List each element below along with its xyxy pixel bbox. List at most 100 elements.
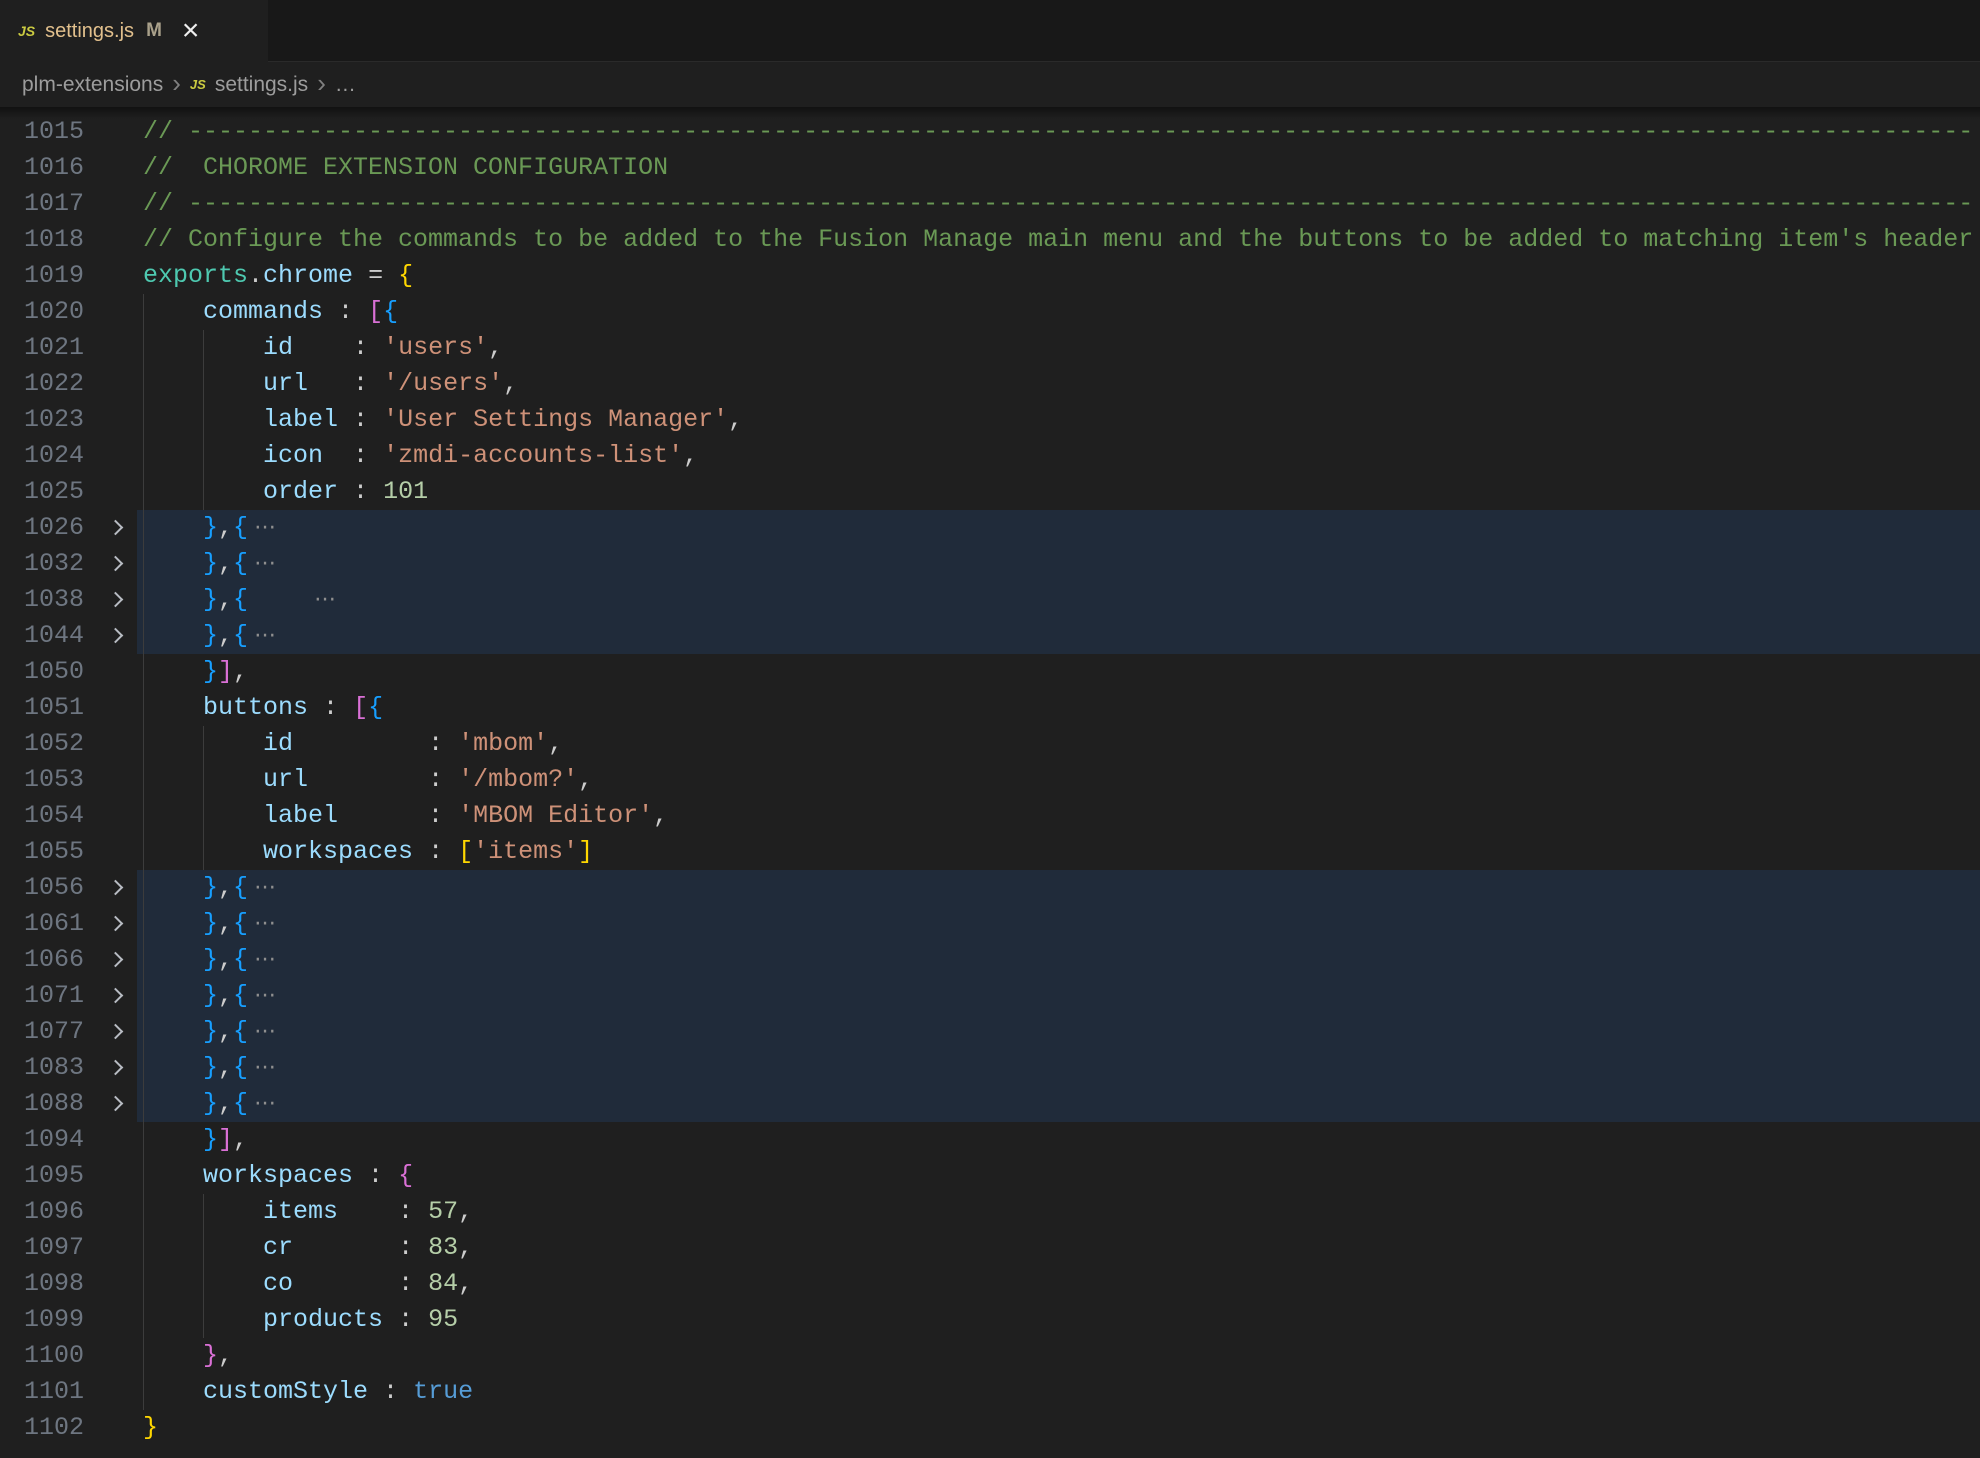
code-text[interactable]: workspaces : ['items'] [143,834,1980,870]
folded-code-ellipsis[interactable]: ⋯ [254,911,276,936]
code-text[interactable]: icon : 'zmdi-accounts-list', [143,438,1980,474]
folded-code-ellipsis[interactable]: ⋯ [254,1091,276,1116]
code-text[interactable]: // Configure the commands to be added to… [143,222,1980,258]
line-number[interactable]: 1044 [0,618,84,654]
code-text[interactable]: }, [143,1338,1980,1374]
line-number[interactable]: 1088 [0,1086,84,1122]
code-text[interactable]: url : '/mbom?', [143,762,1980,798]
line-number[interactable]: 1101 [0,1374,84,1410]
line-number[interactable]: 1020 [0,294,84,330]
fold-chevron-icon[interactable] [108,628,124,644]
line-number[interactable]: 1038 [0,582,84,618]
code-text[interactable]: },{⋯ [143,1014,1980,1050]
fold-chevron-icon[interactable] [108,880,124,896]
code-text[interactable]: },{⋯ [143,978,1980,1014]
line-number[interactable]: 1016 [0,150,84,186]
folded-code-ellipsis[interactable]: ⋯ [314,587,336,612]
folded-code-ellipsis[interactable]: ⋯ [254,875,276,900]
folded-code-ellipsis[interactable]: ⋯ [254,623,276,648]
line-number[interactable]: 1054 [0,798,84,834]
code-text[interactable]: // CHOROME EXTENSION CONFIGURATION [143,150,1980,186]
code-text[interactable]: workspaces : { [143,1158,1980,1194]
line-number[interactable]: 1056 [0,870,84,906]
tab-settings-js[interactable]: JS settings.js M × [0,0,268,62]
line-number[interactable]: 1098 [0,1266,84,1302]
code-text[interactable]: },{⋯ [143,906,1980,942]
code-text[interactable]: },{⋯ [143,870,1980,906]
breadcrumb-file[interactable]: settings.js [215,73,308,97]
code-text[interactable]: }], [143,1122,1980,1158]
code-text[interactable]: label : 'User Settings Manager', [143,402,1980,438]
code-text[interactable]: buttons : [{ [143,690,1980,726]
line-number[interactable]: 1094 [0,1122,84,1158]
line-number[interactable]: 1066 [0,942,84,978]
line-number[interactable]: 1051 [0,690,84,726]
line-number[interactable]: 1019 [0,258,84,294]
line-number[interactable]: 1021 [0,330,84,366]
code-text[interactable]: },{ ⋯ [143,582,1980,618]
code-text[interactable]: label : 'MBOM Editor', [143,798,1980,834]
line-number[interactable]: 1096 [0,1194,84,1230]
fold-chevron-icon[interactable] [108,1096,124,1112]
line-number[interactable]: 1083 [0,1050,84,1086]
fold-chevron-icon[interactable] [108,592,124,608]
line-number[interactable]: 1050 [0,654,84,690]
fold-chevron-icon[interactable] [108,988,124,1004]
line-number[interactable]: 1095 [0,1158,84,1194]
line-number[interactable]: 1026 [0,510,84,546]
close-icon[interactable]: × [182,16,200,46]
fold-chevron-icon[interactable] [108,1060,124,1076]
fold-chevron-icon[interactable] [108,916,124,932]
line-number[interactable]: 1025 [0,474,84,510]
code-text[interactable]: id : 'mbom', [143,726,1980,762]
folded-code-ellipsis[interactable]: ⋯ [254,947,276,972]
code-text[interactable]: items : 57, [143,1194,1980,1230]
breadcrumb-symbol[interactable]: … [335,73,356,97]
code-text[interactable]: },{⋯ [143,546,1980,582]
line-number[interactable]: 1100 [0,1338,84,1374]
code-text[interactable]: id : 'users', [143,330,1980,366]
folded-code-ellipsis[interactable]: ⋯ [254,1019,276,1044]
code-text[interactable]: },{⋯ [143,1050,1980,1086]
line-number[interactable]: 1022 [0,366,84,402]
line-number[interactable]: 1018 [0,222,84,258]
folded-code-ellipsis[interactable]: ⋯ [254,515,276,540]
code-text[interactable]: }], [143,654,1980,690]
line-number[interactable]: 1032 [0,546,84,582]
line-number[interactable]: 1097 [0,1230,84,1266]
code-text[interactable]: order : 101 [143,474,1980,510]
code-text[interactable]: customStyle : true [143,1374,1980,1410]
code-text[interactable]: url : '/users', [143,366,1980,402]
code-text[interactable]: commands : [{ [143,294,1980,330]
code-text[interactable]: // -------------------------------------… [143,114,1980,150]
line-number[interactable]: 1099 [0,1302,84,1338]
line-number[interactable]: 1023 [0,402,84,438]
breadcrumb-folder[interactable]: plm-extensions [22,73,163,97]
code-text[interactable]: co : 84, [143,1266,1980,1302]
line-number[interactable]: 1017 [0,186,84,222]
line-number[interactable]: 1053 [0,762,84,798]
folded-code-ellipsis[interactable]: ⋯ [254,1055,276,1080]
code-text[interactable]: cr : 83, [143,1230,1980,1266]
line-number[interactable]: 1015 [0,114,84,150]
code-text[interactable]: } [143,1410,1980,1446]
code-text[interactable]: exports.chrome = { [143,258,1980,294]
code-text[interactable]: },{⋯ [143,1086,1980,1122]
folded-code-ellipsis[interactable]: ⋯ [254,983,276,1008]
line-number[interactable]: 1071 [0,978,84,1014]
fold-chevron-icon[interactable] [108,556,124,572]
line-number[interactable]: 1077 [0,1014,84,1050]
line-number[interactable]: 1102 [0,1410,84,1446]
line-number[interactable]: 1061 [0,906,84,942]
code-text[interactable]: },{⋯ [143,942,1980,978]
code-text[interactable]: },{⋯ [143,618,1980,654]
fold-chevron-icon[interactable] [108,952,124,968]
code-text[interactable]: // -------------------------------------… [143,186,1980,222]
fold-chevron-icon[interactable] [108,1024,124,1040]
code-text[interactable]: },{⋯ [143,510,1980,546]
code-text[interactable]: products : 95 [143,1302,1980,1338]
line-number[interactable]: 1024 [0,438,84,474]
line-number[interactable]: 1052 [0,726,84,762]
folded-code-ellipsis[interactable]: ⋯ [254,551,276,576]
line-number[interactable]: 1055 [0,834,84,870]
